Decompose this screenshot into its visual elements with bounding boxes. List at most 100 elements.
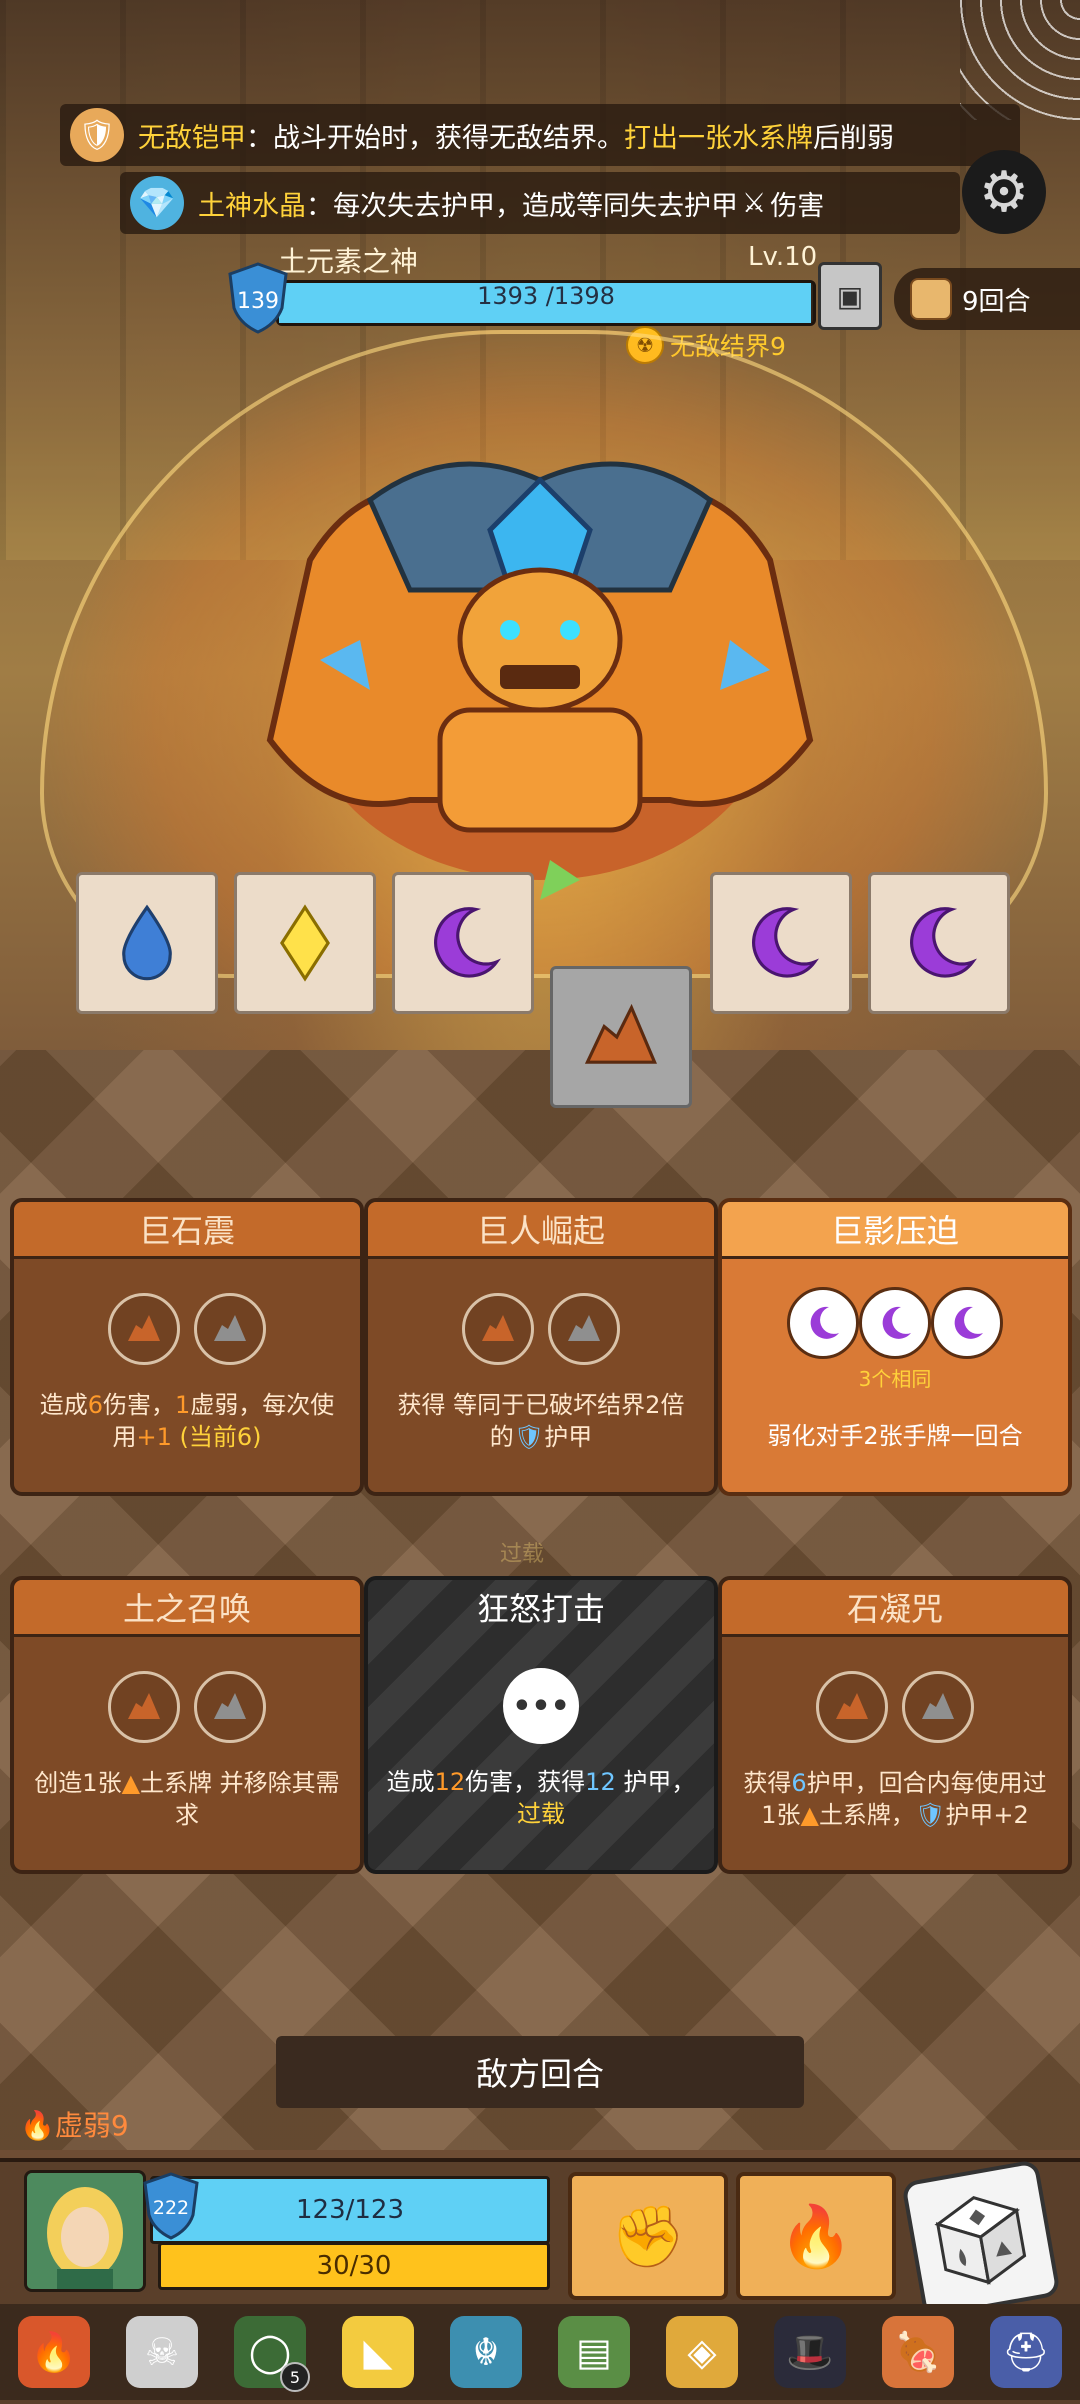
current-value: (当前6) — [179, 1423, 262, 1451]
skill-card-stone-curse[interactable]: 石凝咒 获得6护甲，回合内每使用过1张▲土系牌，🛡护甲+2 — [718, 1576, 1072, 1874]
scroll-icon — [910, 278, 952, 320]
spider-web-decoration — [960, 0, 1080, 120]
round-text: 9回合 — [962, 286, 1031, 317]
weak-status-text: 虚弱9 — [54, 2109, 129, 2142]
dice-slot-water[interactable] — [76, 872, 218, 1014]
dice-slot-moon[interactable] — [710, 872, 852, 1014]
moon-socket-icon — [787, 1287, 859, 1359]
more-options-icon[interactable]: ••• — [503, 1668, 579, 1744]
card-desc-tail: 土系牌 并移除其需求 — [140, 1769, 340, 1829]
card-desc: 伤害，获得 — [465, 1768, 586, 1796]
card-title: 巨影压迫 — [722, 1202, 1068, 1259]
card-desc: 创造1张 — [34, 1769, 122, 1797]
player-shield-icon: 222 — [143, 2172, 199, 2240]
buff-text: ：战斗开始时，获得无敌结界。 — [246, 122, 624, 154]
boss-name: 土元素之神 — [278, 245, 419, 278]
earth-socket-icon — [194, 1293, 266, 1365]
card-desc: 伤害， — [103, 1391, 175, 1419]
demon-mask-icon[interactable]: ☬ — [450, 2316, 522, 2388]
buff-name: 无敌铠甲 — [138, 122, 246, 154]
player-shield-value: 222 — [153, 2197, 189, 2219]
moon-socket-icon — [859, 1287, 931, 1359]
green-ring-icon[interactable]: ◯ 5 — [234, 2316, 310, 2392]
enemy-turn-button[interactable]: 敌方回合 — [276, 2036, 804, 2108]
boss-intent-icon[interactable]: ▣ — [818, 262, 882, 330]
damage-value: 6 — [87, 1391, 103, 1419]
ham-icon[interactable]: 🍖 — [882, 2316, 954, 2388]
boss-hp-text: 1393 /1398 — [477, 282, 615, 310]
green-tablet-icon[interactable]: ▤ — [558, 2316, 630, 2388]
bull-skull-icon[interactable]: ☠ — [126, 2316, 198, 2388]
rolled-die-earth[interactable] — [550, 966, 692, 1108]
earth-socket-icon — [108, 1671, 180, 1743]
increment-value: +1 — [136, 1423, 172, 1451]
armor-value: 12 — [585, 1768, 616, 1796]
buff-highlight: 打出一张水系牌 — [624, 122, 813, 154]
earth-god-monster[interactable] — [250, 440, 830, 910]
dice-slot-moon[interactable] — [868, 872, 1010, 1014]
player-avatar[interactable] — [24, 2170, 146, 2292]
card-title: 土之召唤 — [14, 1580, 360, 1637]
earth-socket-icon — [462, 1293, 534, 1365]
dice-icon — [934, 2195, 1027, 2285]
flame-icon: 🔥 — [20, 2109, 55, 2142]
moon-icon — [752, 907, 820, 978]
settings-gear-icon[interactable]: ⚙ — [962, 150, 1046, 234]
card-desc: 造成 — [386, 1768, 435, 1796]
fire-ability-button[interactable]: 🔥 — [736, 2172, 896, 2300]
earth-socket-icon — [194, 1671, 266, 1743]
boss-shield-icon: 139 — [228, 262, 288, 334]
earth-icon: ▲ — [800, 1801, 819, 1829]
round-counter: 9回合 — [894, 268, 1080, 330]
card-title: 狂怒打击 — [476, 1590, 605, 1628]
relic-count-badge: 5 — [280, 2362, 310, 2392]
card-title: 巨人崛起 — [368, 1202, 714, 1259]
skill-card-giant-shadow[interactable]: 巨影压迫 3个相同 弱化对手2张手牌一回合 — [718, 1198, 1072, 1496]
card-desc: 获得 — [743, 1769, 792, 1797]
skill-card-earth-summon[interactable]: 土之召唤 创造1张▲土系牌 并移除其需求 — [10, 1576, 364, 1874]
boss-level: Lv.10 — [748, 242, 818, 272]
dice-slot-moon[interactable] — [392, 872, 534, 1014]
card-desc: 护甲+2 — [945, 1801, 1029, 1829]
same-requirement-label: 3个相同 — [858, 1367, 932, 1391]
viking-helmet-icon[interactable]: ⛑ — [990, 2316, 1062, 2388]
earth-rock-icon — [584, 1003, 657, 1064]
weak-status[interactable]: 🔥虚弱9 — [20, 2104, 129, 2144]
buff-text-tail: 伤害 — [770, 190, 825, 222]
earth-socket-icon — [548, 1293, 620, 1365]
earth-socket-icon — [902, 1671, 974, 1743]
buff-name: 土神水晶 — [198, 190, 306, 222]
buff-banner-crystal[interactable]: 💎 土神水晶 ：每次失去护甲，造成等同失去护甲 ⚔ 伤害 — [120, 172, 960, 234]
earth-socket-icon — [816, 1671, 888, 1743]
buff-banner-armor[interactable]: 🛡 无敌铠甲 ：战斗开始时，获得无敌结界。 打出一张水系牌 后削弱 — [60, 104, 1020, 166]
overload-keyword: 过载 — [517, 1800, 565, 1828]
punch-ability-button[interactable]: ✊ — [568, 2172, 728, 2300]
lightning-diamond-icon — [280, 904, 330, 982]
earth-icon: ▲ — [121, 1769, 141, 1797]
buff-text: ：每次失去护甲，造成等同失去护甲 — [306, 190, 738, 222]
card-desc: 弱化对手2张手牌一回合 — [767, 1422, 1023, 1450]
player-hp-bar: 123/123 — [150, 2176, 550, 2244]
skill-card-boulder-quake[interactable]: 巨石震 造成6伤害，1虚弱，每次使用+1 (当前6) — [10, 1198, 364, 1496]
boss-shield-value: 139 — [237, 289, 279, 314]
magic-hat-icon[interactable]: 🎩 — [774, 2316, 846, 2388]
card-desc-tail: 护甲 — [544, 1423, 593, 1451]
skill-card-rage-strike[interactable]: 狂怒打击 ••• 造成12伤害，获得12 护甲，过载 — [364, 1576, 718, 1874]
damage-value: 12 — [434, 1768, 466, 1796]
roll-dice-button[interactable] — [901, 2159, 1061, 2319]
moon-icon — [910, 907, 978, 978]
moon-icon — [434, 907, 502, 978]
cheese-icon[interactable]: ◣ — [342, 2316, 414, 2388]
water-drop-icon — [122, 904, 172, 981]
skill-card-giant-rise[interactable]: 巨人崛起 获得 等同于已破坏结界2倍的🛡护甲 — [364, 1198, 718, 1496]
card-desc: 护甲， — [623, 1768, 696, 1796]
earth-socket-icon — [108, 1293, 180, 1365]
armor-value: 6 — [791, 1769, 807, 1797]
tribal-mask-icon[interactable]: ◈ — [666, 2316, 738, 2388]
fire-gauntlet-icon[interactable]: 🔥 — [18, 2316, 90, 2388]
buff-text-tail: 后削弱 — [813, 122, 894, 154]
crystal-icon: 💎 — [130, 176, 184, 230]
player-energy-bar: 30/30 — [158, 2242, 550, 2290]
dice-slot-lightning[interactable] — [234, 872, 376, 1014]
card-title: 巨石震 — [14, 1202, 360, 1259]
